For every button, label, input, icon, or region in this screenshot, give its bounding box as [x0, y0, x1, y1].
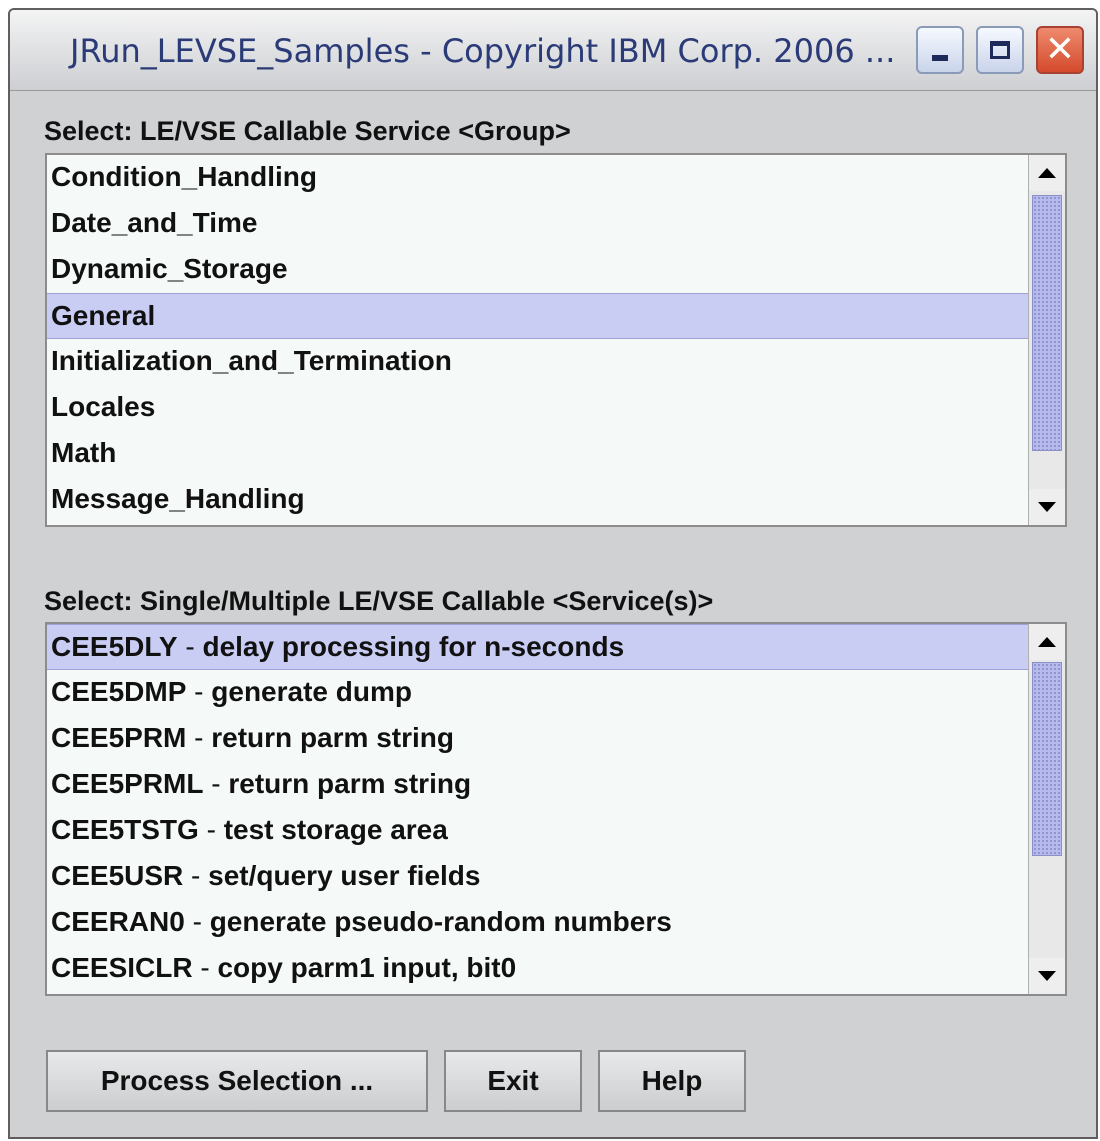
group-list-item[interactable]: Date_and_Time — [47, 201, 1029, 247]
service-list-item[interactable]: CEERAN0 - generate pseudo-random numbers — [47, 900, 1029, 946]
service-description: test storage area — [223, 814, 448, 845]
arrow-down-icon — [1038, 502, 1056, 512]
service-list-item[interactable]: CEE5DMP - generate dump — [47, 670, 1029, 716]
service-code: CEE5DMP — [51, 676, 187, 707]
service-description: return parm string — [211, 722, 454, 753]
arrow-down-icon — [1038, 971, 1056, 981]
window-title: JRun_LEVSE_Samples - Copyright IBM Corp.… — [70, 32, 896, 70]
service-description: generate pseudo-random numbers — [209, 906, 672, 937]
service-scroll-up-button[interactable] — [1029, 624, 1065, 660]
exit-button[interactable]: Exit — [444, 1050, 582, 1112]
minimize-button[interactable] — [916, 26, 964, 74]
group-scrollbar[interactable] — [1028, 155, 1065, 525]
service-separator: - — [186, 676, 212, 707]
service-list-item[interactable]: CEE5PRML - return parm string — [47, 762, 1029, 808]
group-list-item[interactable]: Condition_Handling — [47, 155, 1029, 201]
group-scroll-up-button[interactable] — [1029, 155, 1065, 191]
service-description: copy parm1 input, bit0 — [217, 952, 517, 983]
group-scroll-down-button[interactable] — [1029, 489, 1065, 525]
service-list-item[interactable]: CEE5DLY - delay processing for n-seconds — [47, 624, 1029, 670]
service-list: CEE5DLY - delay processing for n-seconds… — [47, 624, 1029, 994]
service-scroll-thumb[interactable] — [1032, 662, 1062, 856]
service-section-label: Select: Single/Multiple LE/VSE Callable … — [44, 586, 714, 616]
close-button[interactable]: ✕ — [1036, 26, 1084, 74]
service-code: CEE5PRML — [51, 768, 204, 799]
group-list-item[interactable]: Math — [47, 431, 1029, 477]
arrow-up-icon — [1038, 637, 1056, 647]
service-code: CEESICLR — [51, 952, 193, 983]
maximize-button[interactable] — [976, 26, 1024, 74]
help-button[interactable]: Help — [598, 1050, 746, 1112]
group-list-item[interactable]: Initialization_and_Termination — [47, 339, 1029, 385]
maximize-icon — [990, 41, 1010, 59]
service-list-item[interactable]: CEESICLR - copy parm1 input, bit0 — [47, 946, 1029, 992]
service-separator: - — [177, 631, 203, 662]
group-list: Condition_Handling Date_and_Time Dynamic… — [47, 155, 1029, 525]
process-selection-button[interactable]: Process Selection ... — [46, 1050, 428, 1112]
service-separator: - — [183, 860, 209, 891]
service-code: CEE5TSTG — [51, 814, 199, 845]
group-section-label: Select: LE/VSE Callable Service <Group> — [44, 116, 571, 146]
title-bar[interactable]: JRun_LEVSE_Samples - Copyright IBM Corp.… — [10, 10, 1096, 91]
service-separator: - — [186, 722, 212, 753]
service-separator: - — [198, 814, 224, 845]
service-description: delay processing for n-seconds — [202, 631, 625, 662]
service-list-item[interactable]: CEE5TSTG - test storage area — [47, 808, 1029, 854]
service-code: CEE5USR — [51, 860, 184, 891]
minimize-icon — [932, 55, 948, 61]
group-listbox[interactable]: Condition_Handling Date_and_Time Dynamic… — [45, 153, 1067, 527]
close-icon: ✕ — [1044, 29, 1076, 70]
group-scroll-thumb[interactable] — [1032, 195, 1062, 451]
service-list-item[interactable]: CEE5PRM - return parm string — [47, 716, 1029, 762]
service-separator: - — [192, 952, 218, 983]
group-list-item[interactable]: General — [47, 293, 1029, 339]
service-listbox[interactable]: CEE5DLY - delay processing for n-seconds… — [45, 622, 1067, 996]
service-scrollbar[interactable] — [1028, 624, 1065, 994]
service-list-item[interactable]: CEE5USR - set/query user fields — [47, 854, 1029, 900]
service-scroll-down-button[interactable] — [1029, 958, 1065, 994]
group-list-item[interactable]: Message_Handling — [47, 477, 1029, 523]
service-separator: - — [203, 768, 229, 799]
service-code: CEERAN0 — [51, 906, 185, 937]
service-description: generate dump — [211, 676, 412, 707]
service-code: CEE5DLY — [51, 631, 178, 662]
service-description: set/query user fields — [208, 860, 481, 891]
group-list-item[interactable]: Locales — [47, 385, 1029, 431]
app-window: JRun_LEVSE_Samples - Copyright IBM Corp.… — [8, 8, 1098, 1139]
service-separator: - — [184, 906, 210, 937]
group-list-item[interactable]: Dynamic_Storage — [47, 247, 1029, 293]
service-description: return parm string — [228, 768, 472, 799]
service-code: CEE5PRM — [51, 722, 187, 753]
arrow-up-icon — [1038, 168, 1056, 178]
